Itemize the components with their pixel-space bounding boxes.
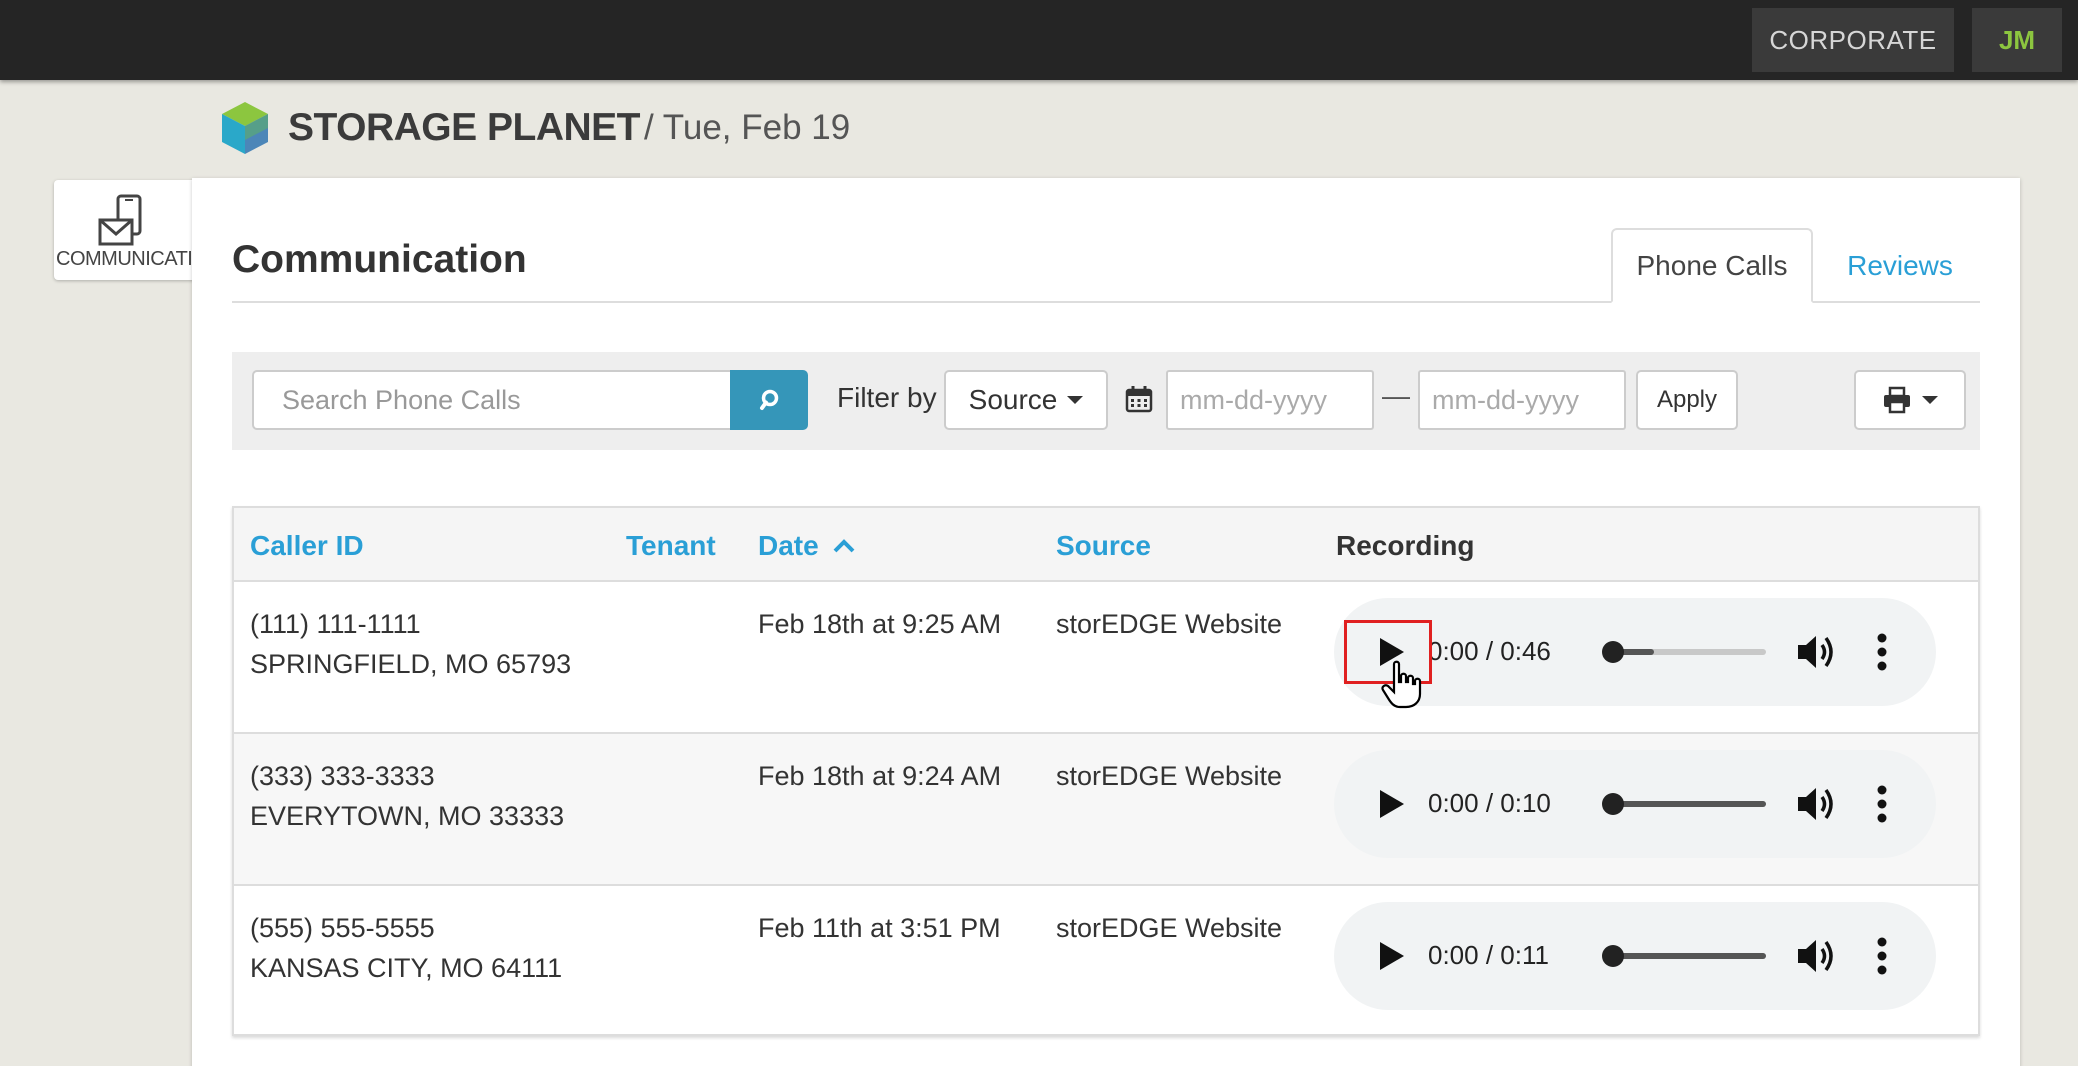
search-input[interactable]: [252, 370, 732, 430]
header-tenant[interactable]: Tenant: [626, 530, 716, 562]
phone-calls-table: Caller ID Tenant Date Source Recording (…: [232, 506, 1980, 1036]
audio-progress-slider[interactable]: [1602, 793, 1766, 815]
source-cell: storEDGE Website: [1056, 609, 1283, 639]
source-dropdown-label: Source: [968, 384, 1058, 415]
table-header: Caller ID Tenant Date Source Recording: [234, 508, 1978, 582]
source-cell: storEDGE Website: [1056, 761, 1283, 791]
corporate-button[interactable]: CORPORATE: [1752, 8, 1954, 72]
chevron-down-icon: [1067, 396, 1084, 404]
chevron-up-icon: [834, 539, 855, 553]
header-caller-id[interactable]: Caller ID: [250, 530, 364, 562]
audio-slider-thumb[interactable]: [1602, 945, 1624, 967]
apply-button[interactable]: Apply: [1636, 370, 1738, 430]
audio-slider-thumb[interactable]: [1602, 641, 1624, 663]
more-options-icon[interactable]: [1876, 632, 1888, 672]
caller-location: KANSAS CITY, MO 64111: [250, 953, 563, 983]
cube-logo-icon: [222, 102, 268, 154]
module-label: COMMUNICATIONS: [56, 248, 196, 270]
play-icon[interactable]: [1378, 940, 1406, 972]
audio-time: 0:00 / 0:46: [1428, 636, 1551, 666]
filter-by-label: Filter by: [837, 382, 937, 413]
start-date-input[interactable]: [1166, 370, 1374, 430]
search-icon: [760, 389, 779, 410]
header-date-label: Date: [758, 530, 819, 561]
print-dropdown-button[interactable]: [1854, 370, 1966, 430]
tab-phone-calls[interactable]: Phone Calls: [1611, 228, 1813, 303]
caller-phone: (111) 111-1111: [250, 609, 421, 639]
caller-phone: (333) 333-3333: [250, 761, 435, 791]
audio-player: 0:00 / 0:11: [1334, 902, 1936, 1010]
main-panel: Communication Phone Calls Reviews Filter…: [192, 178, 2020, 1066]
end-date-input[interactable]: [1418, 370, 1626, 430]
page-title: Communication: [232, 238, 527, 281]
company-name: STORAGE PLANET: [288, 106, 640, 149]
header-source[interactable]: Source: [1056, 530, 1151, 562]
top-bar: CORPORATE JM: [0, 0, 2078, 80]
phone-envelope-icon: [98, 194, 142, 246]
caller-location: EVERYTOWN, MO 33333: [250, 801, 565, 831]
audio-time: 0:00 / 0:11: [1428, 940, 1549, 970]
filter-toolbar: Filter by Source — Apply: [232, 352, 1980, 450]
volume-icon[interactable]: [1796, 936, 1838, 976]
date-cell: Feb 18th at 9:25 AM: [758, 609, 1002, 639]
source-dropdown[interactable]: Source: [944, 370, 1108, 430]
current-date: / Tue, Feb 19: [643, 108, 851, 147]
audio-time: 0:00 / 0:10: [1428, 788, 1551, 818]
user-menu-button[interactable]: JM: [1972, 8, 2062, 72]
caller-id-cell: (111) 111-1111 SPRINGFIELD, MO 65793: [250, 604, 571, 684]
audio-player: 0:00 / 0:46: [1334, 598, 1936, 706]
audio-progress-slider[interactable]: [1602, 641, 1766, 663]
calendar-icon: [1125, 386, 1153, 413]
caller-phone: (555) 555-5555: [250, 913, 435, 943]
search-button[interactable]: [730, 370, 808, 430]
audio-buffered-bar: [1606, 953, 1766, 959]
hand-cursor-icon: [1381, 660, 1422, 709]
more-options-icon[interactable]: [1876, 936, 1888, 976]
caller-id-cell: (555) 555-5555 KANSAS CITY, MO 64111: [250, 908, 562, 988]
header-recording: Recording: [1336, 530, 1475, 561]
volume-icon[interactable]: [1796, 784, 1838, 824]
header-date[interactable]: Date: [758, 530, 856, 562]
tab-reviews[interactable]: Reviews: [1815, 228, 1985, 303]
table-row: (555) 555-5555 KANSAS CITY, MO 64111 Feb…: [234, 886, 1978, 1038]
date-cell: Feb 11th at 3:51 PM: [758, 913, 1001, 943]
chevron-down-icon: [1922, 396, 1938, 404]
table-row: (111) 111-1111 SPRINGFIELD, MO 65793 Feb…: [234, 582, 1978, 734]
caller-id-cell: (333) 333-3333 EVERYTOWN, MO 33333: [250, 756, 564, 836]
caller-location: SPRINGFIELD, MO 65793: [250, 649, 572, 679]
more-options-icon[interactable]: [1876, 784, 1888, 824]
audio-progress-slider[interactable]: [1602, 945, 1766, 967]
audio-slider-thumb[interactable]: [1602, 793, 1624, 815]
audio-buffered-bar: [1606, 801, 1766, 807]
audio-player: 0:00 / 0:10: [1334, 750, 1936, 858]
play-icon[interactable]: [1378, 788, 1406, 820]
date-cell: Feb 18th at 9:24 AM: [758, 761, 1002, 791]
volume-icon[interactable]: [1796, 632, 1838, 672]
date-range-separator: —: [1382, 380, 1410, 411]
printer-icon: [1884, 386, 1910, 414]
source-cell: storEDGE Website: [1056, 913, 1283, 943]
communications-module-tab[interactable]: COMMUNICATIONS: [54, 180, 196, 280]
brand-header: STORAGE PLANET / Tue, Feb 19: [220, 98, 850, 158]
table-row: (333) 333-3333 EVERYTOWN, MO 33333 Feb 1…: [234, 734, 1978, 886]
